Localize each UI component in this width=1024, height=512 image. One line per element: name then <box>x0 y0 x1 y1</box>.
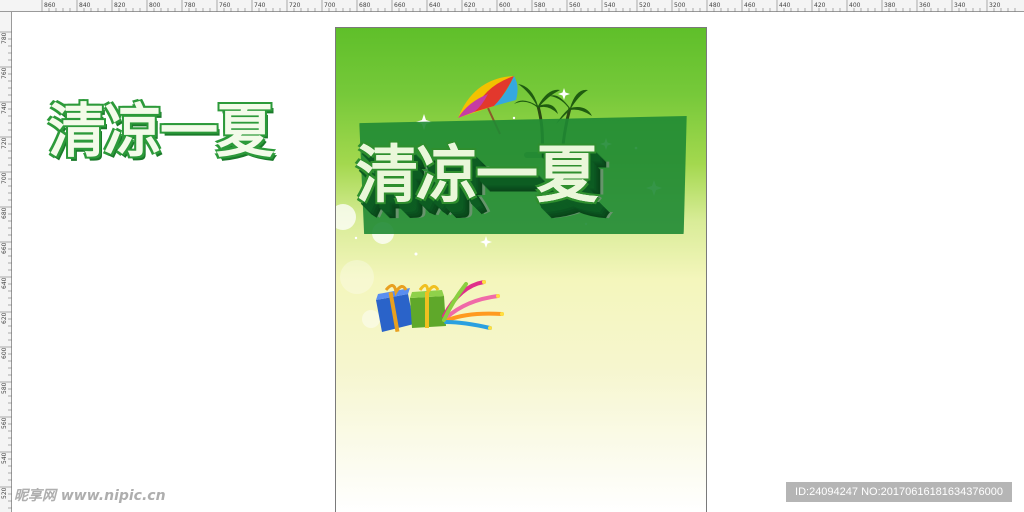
ruler-top-label: 580 <box>534 2 546 9</box>
ruler-left-label: 620 <box>1 312 8 324</box>
firework-icon <box>442 280 504 330</box>
ruler-top-label: 800 <box>149 2 161 9</box>
ruler-left-label: 580 <box>1 382 8 394</box>
ruler-left-label: 700 <box>1 172 8 184</box>
ruler-top-label: 360 <box>919 2 931 9</box>
vertical-ruler-ticks: 780 760 740 720 700 680 660 640 620 600 580 560 540 5… <box>0 31 12 509</box>
ruler-left-label: 760 <box>1 67 8 79</box>
ruler-left-label: 560 <box>1 417 8 429</box>
ruler-top-label: 500 <box>674 2 686 9</box>
ruler-top-label: 320 <box>989 2 1001 9</box>
ruler-left-label: 540 <box>1 452 8 464</box>
ruler-top-label: 600 <box>499 2 511 9</box>
ruler-top-label: 640 <box>429 2 441 9</box>
ruler-left-label: 640 <box>1 277 8 289</box>
ruler-top-label: 860 <box>44 2 56 9</box>
ruler-left-label: 520 <box>1 487 8 499</box>
ruler-top-label: 700 <box>324 2 336 9</box>
ruler-top-label: 720 <box>289 2 301 9</box>
ruler-left-label: 740 <box>1 102 8 114</box>
artboard[interactable]: 清凉一夏 清凉一夏 清凉一夏 <box>335 27 707 512</box>
ruler-top-label: 780 <box>184 2 196 9</box>
side-title-artwork[interactable]: 清凉一夏 <box>48 84 274 168</box>
watermark-logo: 昵享网 www.nipic.cn <box>14 488 166 504</box>
ruler-top-label: 620 <box>464 2 476 9</box>
ruler-top-label: 380 <box>884 2 896 9</box>
ruler-top-label: 660 <box>394 2 406 9</box>
ruler-top-label: 760 <box>219 2 231 9</box>
ruler-top-label: 480 <box>709 2 721 9</box>
artboard-title[interactable]: 清凉一夏 <box>356 124 598 214</box>
ruler-left-label: 780 <box>1 32 8 44</box>
ruler-top-label: 740 <box>254 2 266 9</box>
ruler-top-label: 560 <box>569 2 581 9</box>
ruler-top-label: 540 <box>604 2 616 9</box>
ruler-top-label: 520 <box>639 2 651 9</box>
ruler-top-label: 420 <box>814 2 826 9</box>
ruler-top-label: 400 <box>849 2 861 9</box>
ruler-left-label: 680 <box>1 207 8 219</box>
ruler-top-label: 440 <box>779 2 791 9</box>
ruler-top-label: 820 <box>114 2 126 9</box>
vertical-ruler[interactable]: 780 760 740 720 700 680 660 640 620 600 580 560 540 5… <box>0 12 12 512</box>
ruler-left-label: 660 <box>1 242 8 254</box>
ruler-left-label: 600 <box>1 347 8 359</box>
ruler-left-label: 720 <box>1 137 8 149</box>
ruler-top-label: 680 <box>359 2 371 9</box>
ruler-top-label: 340 <box>954 2 966 9</box>
horizontal-ruler[interactable]: 860 840 820 800 780 760 740 720 700 680 660 640 620 6… <box>0 0 1024 12</box>
horizontal-ruler-ticks: 860 840 820 800 780 760 740 720 700 680 660 640 620 6… <box>41 0 1016 12</box>
ruler-top-label: 840 <box>79 2 91 9</box>
ruler-top-label: 460 <box>744 2 756 9</box>
watermark-id: ID:24094247 NO:20170616181634376000 <box>786 482 1012 502</box>
